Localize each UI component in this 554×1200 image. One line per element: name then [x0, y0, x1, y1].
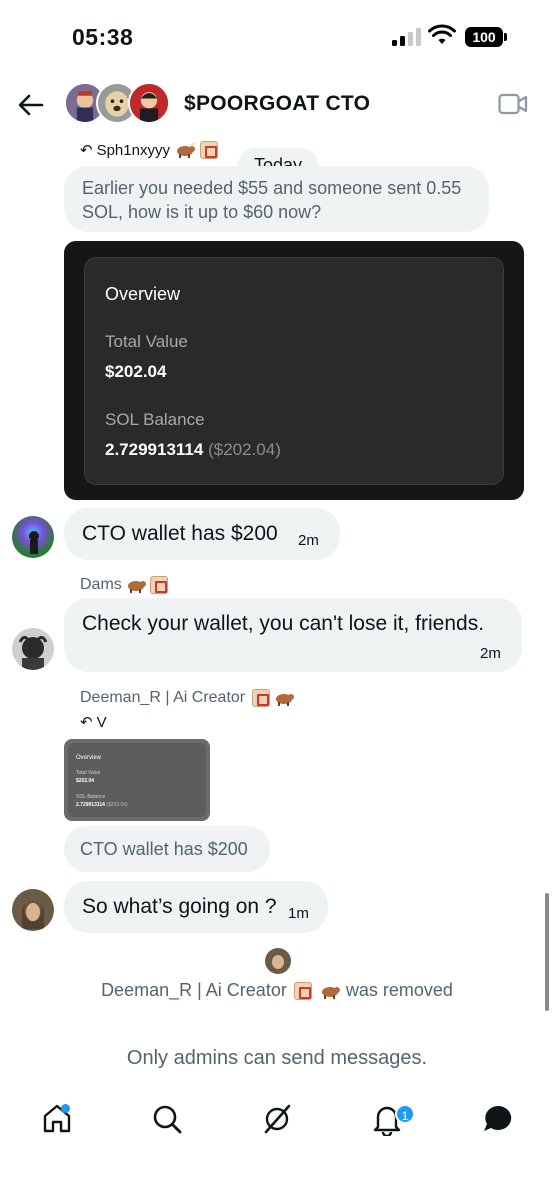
quoted-text: CTO wallet has $200: [80, 839, 248, 859]
ox-emoji-icon: [319, 983, 341, 1000]
message-bubble[interactable]: CTO wallet has $200 2m: [64, 508, 340, 560]
ox-emoji-icon: [125, 577, 147, 593]
message-bubble[interactable]: Check your wallet, you can't lose it, fr…: [64, 598, 522, 672]
battery-indicator: 100: [465, 27, 503, 47]
mini-total-label: Total Value: [76, 770, 101, 776]
sender-name: Deeman_R | Ai Creator: [80, 689, 246, 706]
sol-balance-usd: ($202.04): [208, 440, 281, 459]
status-time: 05:38: [72, 24, 134, 50]
mini-sol-row: 2.729913114 ($202.04): [76, 802, 128, 808]
removed-user-name: Deeman_R | Ai Creator: [101, 980, 287, 1000]
group-avatar-stack[interactable]: [64, 82, 170, 126]
mini-title: Overview: [76, 755, 102, 761]
quoted-image-thumbnail[interactable]: Overview Total Value $202.04 SOL Balance…: [64, 739, 210, 821]
message-text: Check your wallet, you can't lose it, fr…: [82, 612, 485, 635]
scrollbar-thumb[interactable]: [545, 893, 549, 1011]
home-unread-dot: [61, 1104, 70, 1113]
mini-sol: 2.729913114: [76, 802, 105, 808]
message-bubble[interactable]: Earlier you needed $55 and someone sent …: [64, 166, 489, 232]
sol-balance-label: SOL Balance: [105, 410, 205, 429]
quoted-message-bubble[interactable]: CTO wallet has $200: [64, 826, 270, 872]
message-bubble[interactable]: So what’s going on ? 1m: [64, 881, 328, 933]
mini-sol-usd: ($202.04): [106, 802, 128, 808]
mini-overview-card: Overview Total Value $202.04 SOL Balance…: [68, 743, 206, 817]
message-time: 2m: [480, 645, 501, 662]
reply-reference[interactable]: ↶ V: [80, 713, 107, 732]
ox-emoji-icon: [174, 142, 196, 158]
message-text: CTO wallet has $200: [82, 522, 278, 545]
bottom-tab-bar: [0, 1092, 554, 1200]
message-text: Earlier you needed $55 and someone sent …: [82, 178, 462, 222]
user-avatar[interactable]: [12, 889, 54, 931]
notifications-badge: 1: [395, 1104, 415, 1124]
battery-tip: [504, 33, 507, 41]
reply-arrow-icon: ↶: [80, 714, 93, 731]
mini-sol-label: SOL Balance: [76, 794, 106, 800]
sol-balance-row: 2.729913114 ($202.04): [105, 440, 281, 460]
total-value: $202.04: [105, 362, 167, 381]
mahjong-emoji-icon: [293, 982, 312, 1001]
video-call-icon[interactable]: [498, 92, 528, 116]
ox-emoji-icon: [273, 690, 295, 706]
message-text: So what’s going on ?: [82, 895, 277, 918]
reply-to-name: V: [96, 713, 107, 731]
wifi-icon: [428, 24, 456, 44]
mahjong-emoji-icon: [149, 576, 168, 594]
group-title[interactable]: $POORGOAT CTO: [184, 92, 370, 116]
sender-name-row[interactable]: Deeman_R | Ai Creator: [80, 689, 295, 707]
overview-card: Overview Total Value $202.04 SOL Balance…: [84, 257, 504, 485]
total-value-label: Total Value: [105, 332, 188, 351]
sender-name-row[interactable]: Dams: [80, 576, 168, 594]
user-avatar[interactable]: [12, 628, 54, 670]
chat-header: $POORGOAT CTO: [0, 78, 554, 132]
member-avatar: [128, 82, 170, 124]
mini-total: $202.04: [76, 778, 95, 784]
overview-title: Overview: [105, 284, 181, 304]
search-icon[interactable]: [150, 1102, 184, 1136]
mahjong-emoji-icon: [252, 689, 271, 707]
removed-user-avatar: [265, 948, 291, 974]
removed-suffix: was removed: [345, 980, 453, 1000]
message-time: 1m: [288, 905, 309, 922]
reply-reference[interactable]: ↶ Sph1nxyyy: [80, 141, 218, 159]
reply-arrow-icon: ↶: [80, 142, 93, 159]
system-removed-message: Deeman_R | Ai Creator was removed: [0, 980, 554, 1001]
mahjong-emoji-icon: [199, 141, 218, 159]
sender-name: Dams: [80, 576, 122, 593]
sol-balance: 2.729913114: [105, 440, 204, 459]
shared-image-overview[interactable]: Overview Total Value $202.04 SOL Balance…: [64, 241, 524, 500]
back-arrow-icon[interactable]: [16, 90, 46, 120]
grok-icon[interactable]: [260, 1102, 294, 1136]
admins-only-notice: Only admins can send messages.: [126, 1047, 428, 1069]
reply-to-name: Sph1nxyyy: [96, 141, 170, 159]
status-bar: 05:38 100: [0, 0, 554, 70]
signal-icon: [392, 28, 422, 46]
message-time: 2m: [298, 532, 319, 549]
messages-icon[interactable]: [481, 1102, 515, 1136]
user-avatar[interactable]: [12, 516, 54, 558]
